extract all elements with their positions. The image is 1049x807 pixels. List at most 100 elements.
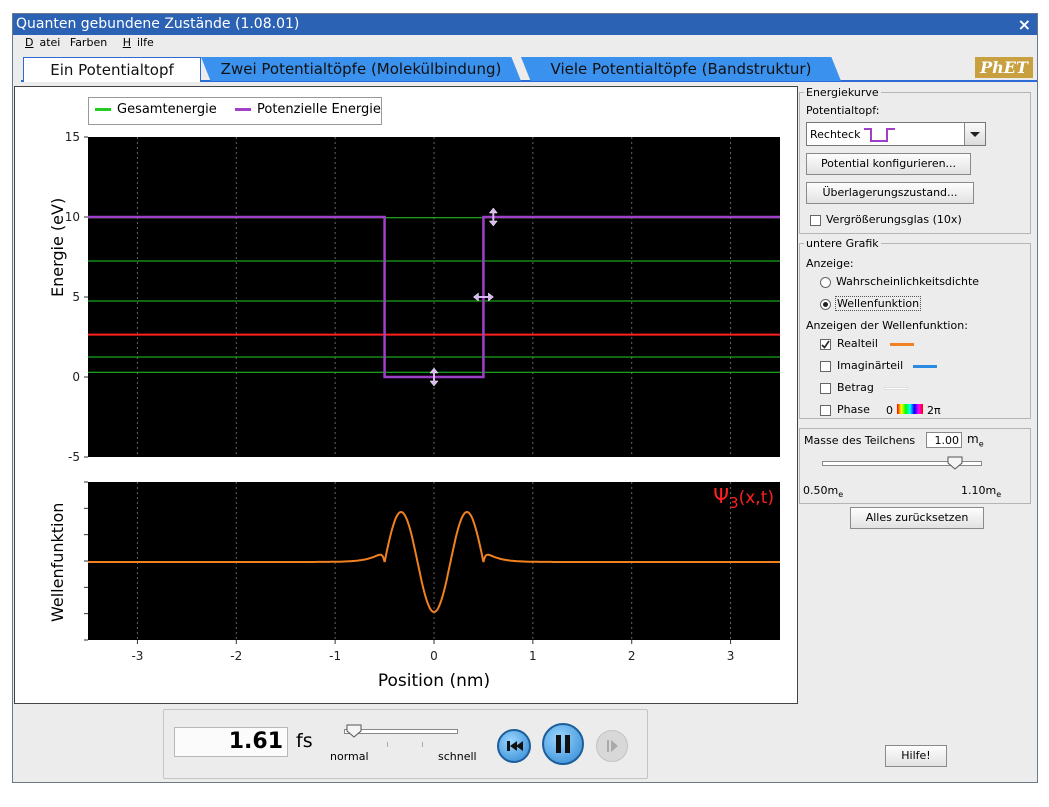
menu-farben[interactable]: Farben <box>70 36 107 49</box>
mass-max-label: 1.10me <box>961 484 1001 499</box>
mass-input[interactable]: 1.00 <box>926 432 962 448</box>
menu-bar: Datei Farben Hilfe <box>13 35 1037 51</box>
imaginaerteil-swatch <box>913 365 937 368</box>
mass-max-subscript: e <box>996 490 1002 500</box>
energy-ytick-label: 15 <box>65 130 80 144</box>
probability-density-label: Wahrscheinlichkeitsdichte <box>836 275 980 288</box>
wavefunction-plot: Wellenfunktion -3 -2 -1 0 1 2 3 Ψ3(x,t) <box>48 481 780 663</box>
mass-unit-symbol: m <box>967 432 979 446</box>
tab-many-wells[interactable]: Viele Potentialtöpfe (Bandstruktur) <box>521 57 841 81</box>
pause-button[interactable] <box>542 723 584 765</box>
mass-max-value: 1.10m <box>961 484 997 497</box>
psi-symbol: Ψ <box>713 484 730 508</box>
position-xtick-label: 0 <box>430 649 438 663</box>
dropdown-arrow-button[interactable] <box>964 123 985 145</box>
reset-all-button[interactable]: Alles zurücksetzen <box>850 507 984 529</box>
energiekurve-title: Energiekurve <box>806 86 879 99</box>
phet-logo: PhET <box>975 57 1033 78</box>
position-xtick-label: 2 <box>628 649 636 663</box>
magnifier-checkbox[interactable] <box>810 215 821 226</box>
mass-unit: me <box>967 432 984 448</box>
square-well-icon <box>864 128 895 142</box>
position-xtick-label: -2 <box>230 649 242 663</box>
position-xtick-label: 3 <box>727 649 735 663</box>
energy-ytick-label: -5 <box>68 450 80 464</box>
chart-legend: Gesamtenergie Potenzielle Energie <box>88 97 382 125</box>
tab-one-well[interactable]: Ein Potentialtopf <box>23 57 201 82</box>
mass-min-subscript: e <box>838 490 844 500</box>
close-icon[interactable]: × <box>1018 14 1031 35</box>
menu-hilfe-mnemonic: H <box>122 36 131 49</box>
configure-potential-button[interactable]: Potential konfigurieren... <box>806 153 971 175</box>
menu-datei-rest: atei <box>39 36 61 49</box>
magnifier-label: Vergrößerungsglas (10x) <box>826 213 962 226</box>
speed-tick <box>387 742 388 747</box>
legend-total-energy: Gesamtenergie <box>95 102 217 117</box>
energy-plot: Energie (eV) 15 10 5 0 -5 <box>48 130 780 464</box>
betrag-label: Betrag <box>837 381 874 394</box>
time-display: 1.61 <box>174 727 288 757</box>
imaginaerteil-label: Imaginärteil <box>837 359 904 372</box>
energy-ytick-label: 0 <box>72 370 80 384</box>
menu-datei[interactable]: Datei <box>19 36 60 49</box>
wavefunction-axis-label: Wellenfunktion <box>48 502 67 622</box>
speed-tick <box>422 742 423 747</box>
time-unit: fs <box>296 730 313 752</box>
phase-color-bar <box>897 404 923 414</box>
legend-total-swatch <box>95 108 111 111</box>
wavefunction-plot-svg: -3 -2 -1 0 1 2 3 <box>84 481 780 663</box>
betrag-checkbox[interactable] <box>820 383 831 394</box>
energy-ytick-label: 5 <box>72 290 80 304</box>
phase-start-label: 0 <box>886 404 893 417</box>
time-control-panel: 1.61 fs normal schnell <box>163 709 648 779</box>
help-button[interactable]: Hilfe! <box>885 745 947 767</box>
menu-hilfe-rest: ilfe <box>136 36 154 49</box>
position-xtick-label: -1 <box>329 649 341 663</box>
step-button[interactable] <box>596 730 628 762</box>
chart-panel: Gesamtenergie Potenzielle Energie Energi… <box>14 86 798 704</box>
untere-grafik-title: untere Grafik <box>806 237 879 250</box>
wave-display-label: Anzeigen der Wellenfunktion: <box>806 319 968 332</box>
phase-end-label: 2π <box>927 404 941 417</box>
psi-args: (x,t) <box>738 488 774 508</box>
psi-subscript: 3 <box>729 494 739 512</box>
legend-potential-energy: Potenzielle Energie <box>235 102 381 117</box>
betrag-swatch <box>884 387 908 390</box>
speed-slider-thumb[interactable] <box>346 724 362 738</box>
menu-hilfe[interactable]: Hilfe <box>117 36 154 49</box>
legend-potential-label: Potenzielle Energie <box>257 102 381 117</box>
radio-probability-density[interactable] <box>820 277 831 288</box>
anzeige-label: Anzeige: <box>806 257 854 270</box>
realteil-checkbox[interactable] <box>820 339 831 350</box>
speed-fast-label: schnell <box>438 750 477 763</box>
energy-plot-svg[interactable]: 15 10 5 0 -5 <box>65 130 780 464</box>
superposition-button[interactable]: Überlagerungszustand... <box>806 182 974 204</box>
mass-min-label: 0.50me <box>803 484 843 499</box>
phase-checkbox[interactable] <box>820 405 831 416</box>
realteil-label: Realteil <box>837 337 878 350</box>
legend-potential-swatch <box>235 108 251 111</box>
chevron-down-icon <box>970 132 980 137</box>
checkmark-icon <box>821 340 830 349</box>
wavefunction-option-label: Wellenfunktion <box>835 296 922 311</box>
position-xtick-label: 1 <box>529 649 537 663</box>
app-window: Quanten gebundene Zustände (1.08.01) × D… <box>12 13 1038 783</box>
pause-icon <box>556 735 570 753</box>
position-axis-label: Position (nm) <box>377 671 491 691</box>
tab-two-wells[interactable]: Zwei Potentialtöpfe (Molekülbindung) <box>201 57 521 81</box>
mass-slider-thumb[interactable] <box>947 456 963 470</box>
legend-total-label: Gesamtenergie <box>117 102 217 117</box>
mass-label: Masse des Teilchens <box>804 434 916 447</box>
radio-dot <box>823 302 828 307</box>
radio-wavefunction[interactable] <box>820 299 831 310</box>
position-xtick-label: -3 <box>131 649 143 663</box>
potential-type-select[interactable]: Rechteck <box>806 122 986 146</box>
mass-unit-subscript: e <box>978 439 984 449</box>
mass-min-value: 0.50m <box>803 484 839 497</box>
imaginaerteil-checkbox[interactable] <box>820 361 831 372</box>
phase-label: Phase <box>837 403 870 416</box>
menu-datei-mnemonic: D <box>25 36 34 49</box>
energy-ytick-label: 10 <box>65 210 80 224</box>
restart-button[interactable] <box>497 729 531 763</box>
tab-bar: Zwei Potentialtöpfe (Molekülbindung) Vie… <box>21 55 1037 82</box>
